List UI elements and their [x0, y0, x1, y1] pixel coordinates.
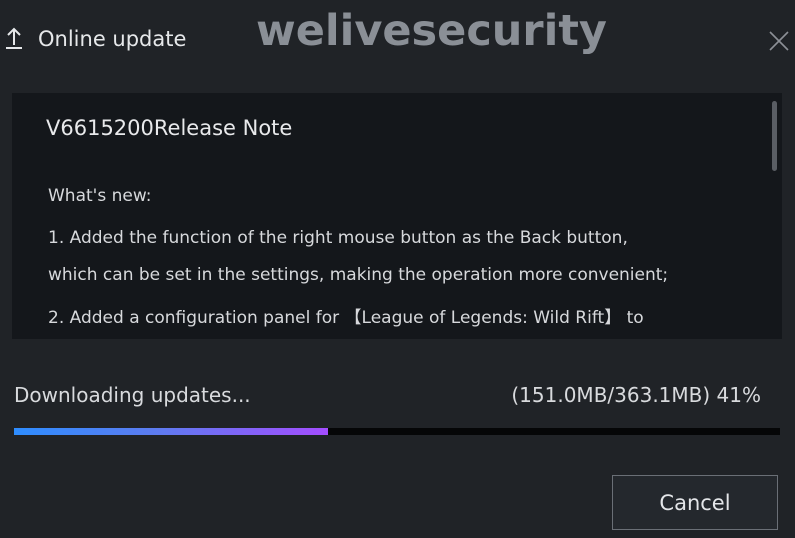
progress-bar — [14, 428, 780, 435]
download-progress-label: (151.0MB/363.1MB) 41% — [511, 383, 761, 407]
upload-icon — [4, 26, 24, 52]
window-title: Online update — [38, 27, 187, 51]
release-notes-line: which can be set in the settings, making… — [48, 265, 669, 285]
close-button[interactable] — [764, 26, 794, 56]
scrollbar-thumb[interactable] — [772, 101, 777, 171]
cancel-button[interactable]: Cancel — [612, 475, 778, 530]
release-notes-line: 1. Added the function of the right mouse… — [48, 228, 628, 248]
release-notes-panel[interactable]: V6615200Release Note What's new: 1. Adde… — [12, 93, 782, 339]
update-dialog: Online update welivesecurity V6615200Rel… — [0, 0, 795, 538]
download-status: Downloading updates... — [14, 383, 251, 407]
release-notes-line: What's new: — [48, 186, 152, 206]
progress-bar-fill — [14, 428, 329, 435]
release-notes-line: 2. Added a configuration panel for 【Leag… — [48, 308, 644, 328]
close-icon — [769, 31, 789, 51]
title-bar: Online update welivesecurity — [0, 0, 795, 82]
watermark: welivesecurity — [256, 6, 607, 56]
release-notes-title: V6615200Release Note — [46, 116, 293, 140]
